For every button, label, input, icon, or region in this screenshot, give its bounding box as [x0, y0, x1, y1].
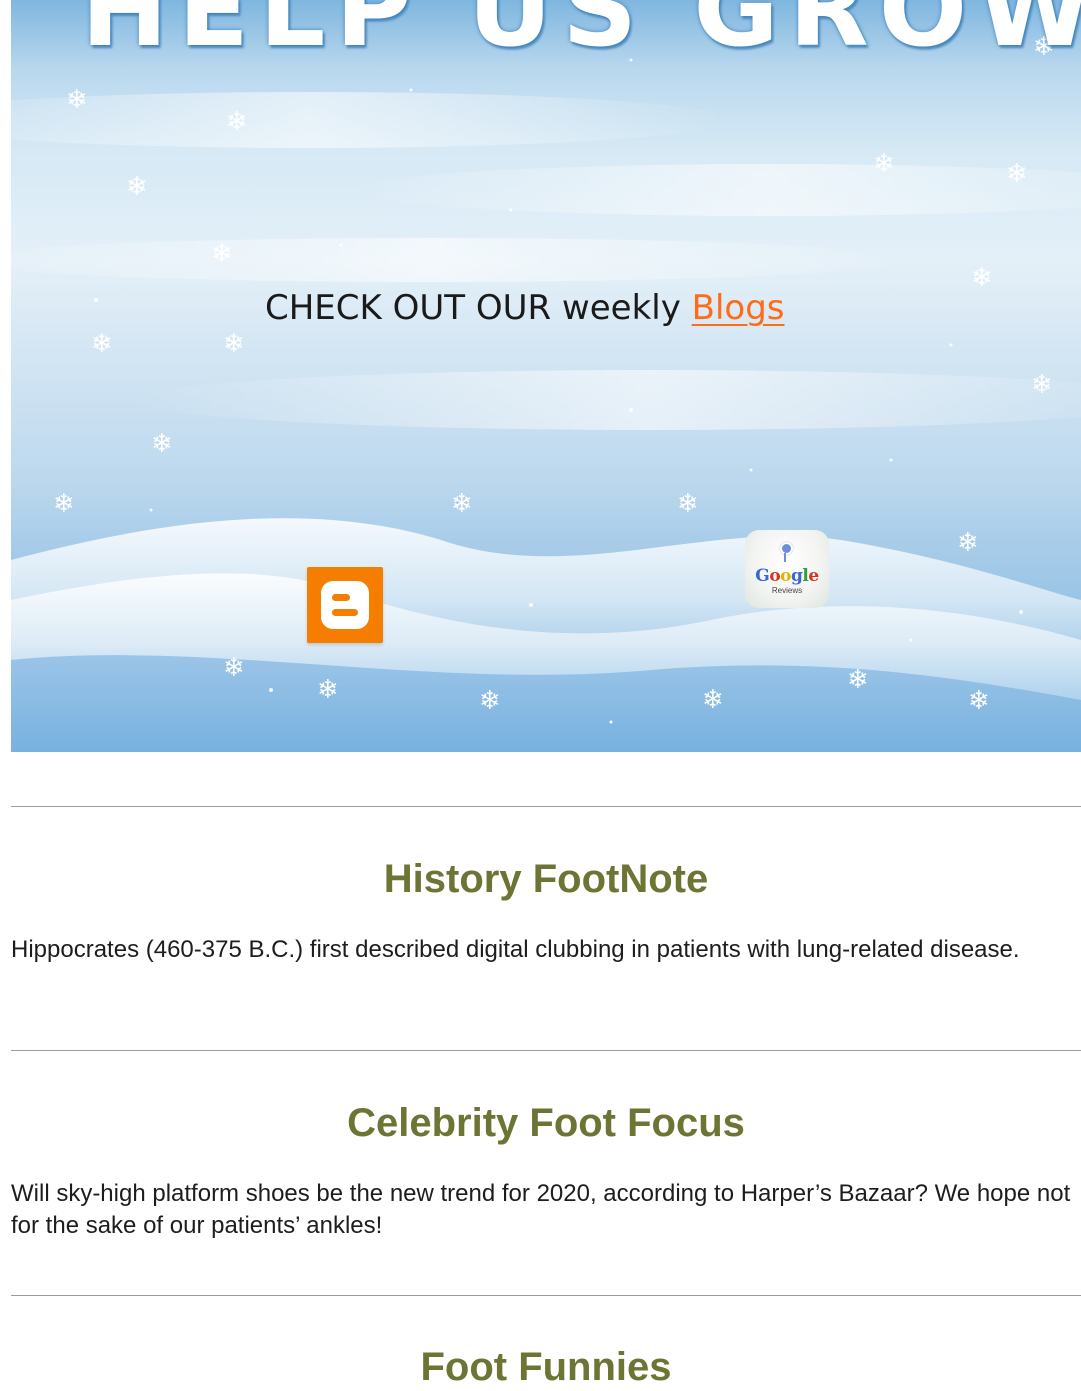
- blogs-link[interactable]: Blogs: [692, 288, 785, 328]
- svg-text:❄: ❄: [702, 685, 724, 715]
- svg-text:❄: ❄: [126, 172, 148, 202]
- svg-text:❄: ❄: [968, 686, 990, 716]
- section-title-history-footnote: History FootNote: [383, 857, 709, 901]
- snow-landscape: ❄ ❄ ❄ ❄ ❄ ❄ ❄ ❄ ❄ ❄ ❄ ❄ ❄ ❄ ❄ ❄ ❄ ❄ ❄ ❄ …: [11, 32, 1081, 752]
- section-body-celebrity-foot-focus: Will sky-high platform shoes be the new …: [11, 1180, 1071, 1239]
- svg-text:❄: ❄: [479, 686, 501, 716]
- cta-text: CHECK OUT OUR weekly: [265, 288, 692, 328]
- map-pin-icon: [780, 542, 793, 555]
- google-badge-sub: Reviews: [771, 586, 803, 595]
- svg-text:❄: ❄: [53, 489, 75, 519]
- section-divider: [11, 1050, 1081, 1051]
- banner-headline: HELP US GROW!: [81, 0, 1081, 70]
- svg-text:❄: ❄: [226, 107, 248, 137]
- svg-text:❄: ❄: [971, 263, 993, 293]
- svg-text:❄: ❄: [847, 665, 869, 695]
- svg-text:❄: ❄: [677, 489, 699, 519]
- svg-text:❄: ❄: [223, 653, 245, 683]
- svg-text:❄: ❄: [451, 489, 473, 519]
- section-title-celebrity-foot-focus: Celebrity Foot Focus: [347, 1101, 745, 1145]
- section-divider: [11, 806, 1081, 807]
- svg-text:❄: ❄: [1006, 159, 1028, 189]
- svg-text:❄: ❄: [223, 329, 245, 359]
- google-badge-text: Google: [755, 566, 819, 586]
- svg-text:❄: ❄: [1031, 370, 1053, 400]
- svg-text:❄: ❄: [91, 329, 113, 359]
- svg-text:❄: ❄: [66, 85, 88, 115]
- blogger-logo-shape: [321, 581, 369, 629]
- blogs-cta: CHECK OUT OUR weekly Blogs: [265, 286, 865, 330]
- blogger-icon[interactable]: [307, 567, 383, 643]
- svg-text:❄: ❄: [873, 149, 895, 179]
- svg-text:❄: ❄: [317, 675, 339, 705]
- section-body-history-footnote: Hippocrates (460-375 B.C.) first describ…: [11, 936, 1020, 963]
- section-divider: [11, 1295, 1081, 1296]
- svg-text:❄: ❄: [211, 239, 233, 269]
- section-title-foot-funnies: Foot Funnies: [420, 1345, 672, 1389]
- svg-text:❄: ❄: [151, 429, 173, 459]
- winter-banner: ❄ ❄ ❄ ❄ ❄ ❄ ❄ ❄ ❄ ❄ ❄ ❄ ❄ ❄ ❄ ❄ ❄ ❄ ❄ ❄ …: [11, 0, 1081, 752]
- google-reviews-icon[interactable]: Google Reviews: [745, 530, 829, 608]
- svg-text:❄: ❄: [957, 528, 979, 558]
